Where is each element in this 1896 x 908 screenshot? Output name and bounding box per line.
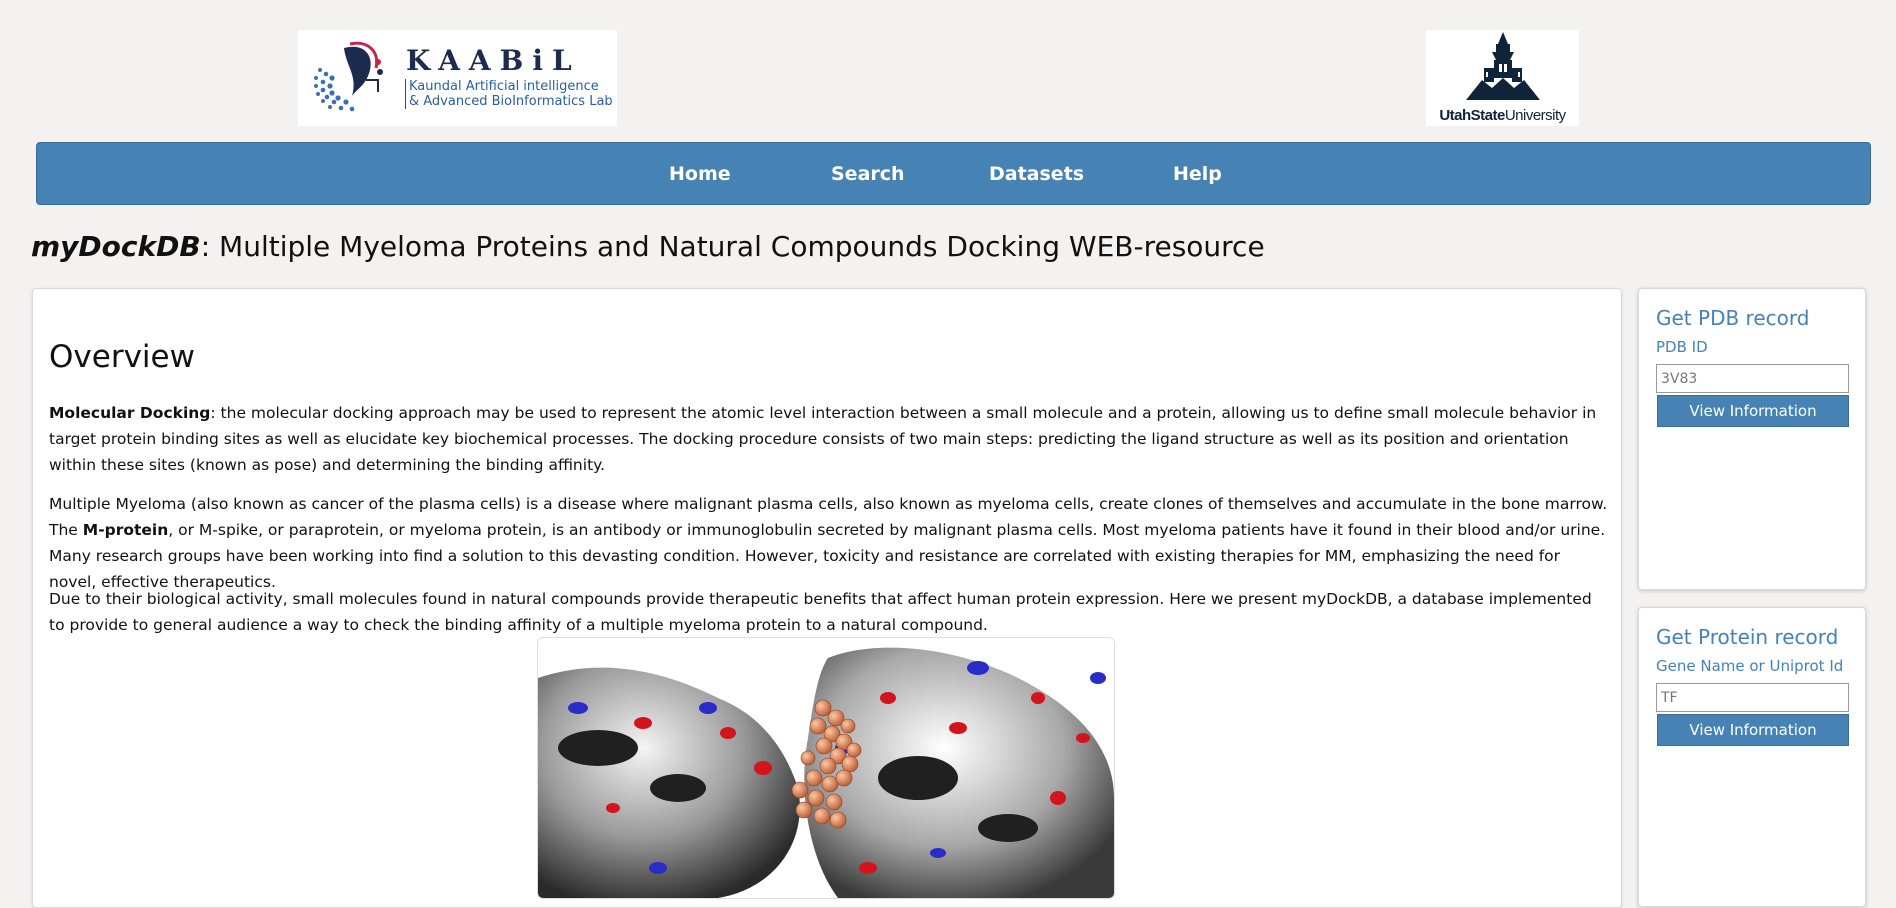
nav-search[interactable]: Search (831, 143, 905, 206)
kaabil-subtitle: Kaundal Artificial intelligence & Advanc… (405, 79, 613, 109)
usu-logo[interactable]: UtahStateUniversity (1426, 30, 1579, 126)
page-title-rest: : Multiple Myeloma Proteins and Natural … (200, 230, 1265, 263)
kaabil-logo[interactable]: KAABiL Kaundal Artificial intelligence &… (298, 30, 617, 126)
usu-wordmark-strong: UtahState (1439, 107, 1505, 124)
gene-uniprot-label: Gene Name or Uniprot Id (1656, 657, 1844, 675)
protein-view-information-button[interactable]: View Information (1657, 714, 1849, 746)
kaabil-title: KAABiL (406, 44, 581, 77)
main-navbar: Home Search Datasets Help (36, 142, 1871, 205)
kaabil-emblem-icon (314, 41, 383, 112)
paragraph-molecular-docking: Molecular Docking: the molecular docking… (49, 400, 1609, 478)
gene-uniprot-input[interactable] (1656, 683, 1849, 712)
pdb-id-label: PDB ID (1656, 338, 1708, 356)
overview-heading: Overview (49, 339, 195, 375)
paragraph-text: : the molecular docking approach may be … (49, 404, 1597, 474)
paragraph-multiple-myeloma: Multiple Myeloma (also known as cancer o… (49, 491, 1609, 595)
usu-wordmark-rest: University (1504, 107, 1566, 124)
old-main-tower-icon (1466, 32, 1540, 100)
pdb-record-panel: Get PDB record PDB ID View Information (1638, 288, 1866, 590)
page-title-brand: myDockDB (31, 230, 201, 263)
term-molecular-docking: Molecular Docking (49, 404, 211, 422)
protein-record-panel: Get Protein record Gene Name or Uniprot … (1638, 607, 1866, 907)
page-title: myDockDB: Multiple Myeloma Proteins and … (31, 230, 1265, 263)
nav-datasets[interactable]: Datasets (989, 143, 1084, 206)
docking-image (537, 637, 1115, 899)
pdb-id-input[interactable] (1656, 364, 1849, 393)
pdb-view-information-button[interactable]: View Information (1657, 395, 1849, 427)
usu-wordmark: UtahStateUniversity (1426, 107, 1579, 124)
paragraph-mydockdb-intro: Due to their biological activity, small … (49, 590, 1592, 634)
nav-home[interactable]: Home (669, 143, 731, 206)
pdb-panel-title: Get PDB record (1656, 306, 1810, 330)
protein-ligand-docking-image (538, 638, 1114, 898)
nav-help[interactable]: Help (1173, 143, 1222, 206)
paragraph-text: , or M-spike, or paraprotein, or myeloma… (49, 521, 1606, 591)
overview-card: Overview Molecular Docking: the molecula… (32, 288, 1622, 908)
protein-panel-title: Get Protein record (1656, 625, 1839, 649)
header: KAABiL Kaundal Artificial intelligence &… (0, 0, 1896, 140)
kaabil-subtitle-line1: Kaundal Artificial intelligence (409, 79, 599, 94)
term-m-protein: M-protein (82, 521, 169, 539)
kaabil-subtitle-line2: & Advanced BioInformatics Lab (409, 94, 613, 109)
